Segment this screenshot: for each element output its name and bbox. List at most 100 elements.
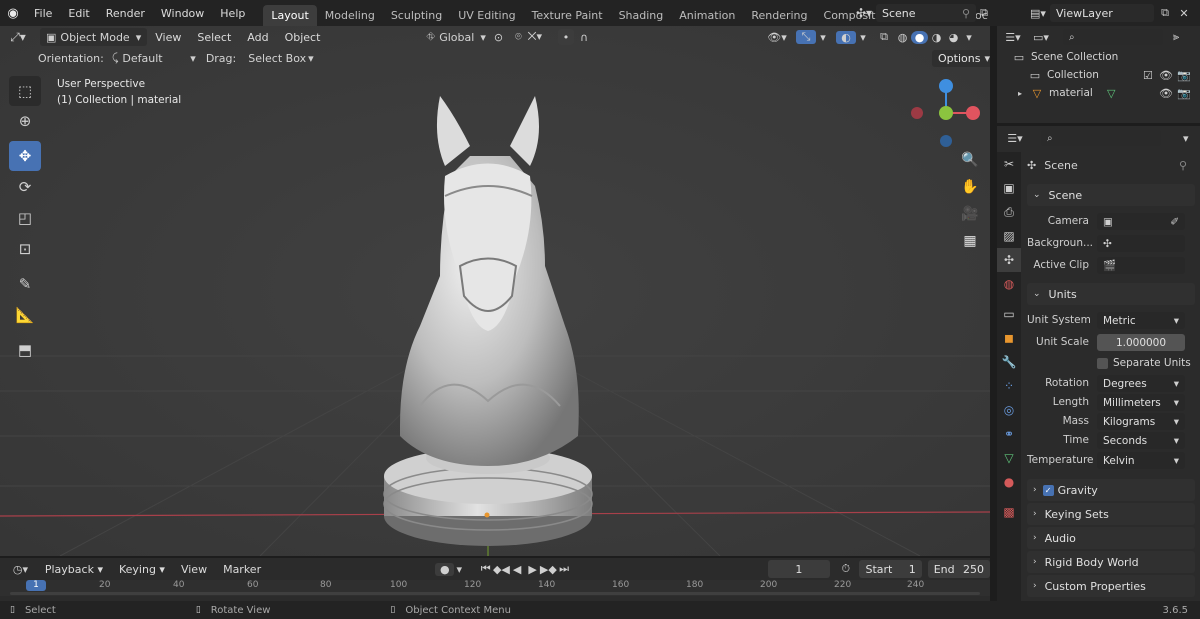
properties-search-input[interactable]: ⌕ [1041,130,1161,146]
timeline-menu-view[interactable]: View [173,563,215,576]
blender-logo-icon[interactable]: ◉ [0,6,26,21]
properties-editor-icon[interactable]: ☰▾ [1003,132,1027,145]
gravity-checkbox[interactable]: ✓ [1042,484,1054,496]
custom-properties-panel-header[interactable]: › Custom Properties [1027,575,1195,597]
background-field[interactable]: ✣ [1097,235,1185,252]
menu-render[interactable]: Render [98,7,153,20]
menu-help[interactable]: Help [212,7,253,20]
tab-tool[interactable]: ✂ [997,152,1021,176]
camera-field[interactable]: ▣ ✐ [1097,213,1185,230]
exclude-checkbox-icon[interactable]: ☑ [1143,69,1153,82]
new-scene-icon[interactable]: ⧉ [976,6,992,20]
separate-units-checkbox[interactable]: Separate Units [1097,355,1191,371]
tab-modifiers[interactable]: 🔧 [997,350,1021,374]
length-dropdown[interactable]: Millimeters ▾ [1097,394,1185,411]
outliner-row-scene-collection[interactable]: ▭ Scene Collection [997,48,1200,66]
keying-sets-panel-header[interactable]: › Keying Sets [1027,503,1195,525]
viewlayer-name-field[interactable]: ViewLayer [1050,4,1154,22]
select-tool[interactable]: ⬚ [9,76,41,106]
units-panel-header[interactable]: ⌄ Units [1027,283,1195,305]
new-viewlayer-icon[interactable]: ⧉ [1154,6,1176,20]
record-icon[interactable]: ● [435,562,455,576]
tab-scene[interactable]: ✣ [997,248,1021,272]
chevron-down-icon[interactable]: ▾ [816,31,830,44]
tab-material[interactable]: ● [997,470,1021,494]
menu-edit[interactable]: Edit [60,7,97,20]
tab-collection[interactable]: ▭ [997,302,1021,326]
editor-type-icon[interactable]: ⤢▾ [0,30,36,45]
tab-particles[interactable]: ⁘ [997,374,1021,398]
jump-start-icon[interactable]: ⏮ [478,562,493,576]
playhead-frame[interactable]: 1 [26,580,46,591]
camera-render-icon[interactable]: 📷 [1177,69,1191,82]
rotate-tool[interactable]: ⟳ [9,172,41,202]
timeline-menu-keying[interactable]: Keying ▾ [111,563,173,576]
move-tool[interactable]: ✥ [9,141,41,171]
unit-system-dropdown[interactable]: Metric ▾ [1097,312,1185,329]
transform-orientation[interactable]: ⛗ Global ▾ [426,28,485,46]
timeline-editor-icon[interactable]: ◷▾ [4,563,37,576]
start-frame-field[interactable]: Start 1 [859,560,922,578]
separate-units-box[interactable] [1097,357,1108,369]
next-keyframe-icon[interactable]: ▶◆ [540,563,557,576]
gizmo-toggle-icon[interactable]: ⤡ [796,30,816,44]
scene-panel-header[interactable]: ⌄ Scene [1027,184,1195,206]
rotation-dropdown[interactable]: Degrees ▾ [1097,375,1185,392]
eyedropper-icon[interactable]: ✐ [1170,216,1179,228]
transform-tool[interactable]: ⊡ [9,234,41,264]
outliner-row-material[interactable]: ▸ ▽ material ▽ 👁 📷 [997,84,1200,102]
time-dropdown[interactable]: Seconds ▾ [1097,432,1185,449]
eye-icon[interactable]: 👁 [1159,69,1173,82]
tab-rendering[interactable]: Rendering [743,5,815,26]
mass-dropdown[interactable]: Kilograms ▾ [1097,413,1185,430]
current-frame-field[interactable]: 1 [767,560,831,578]
outliner-search-input[interactable]: ⌕ [1063,29,1163,45]
navigation-gizmo[interactable] [905,76,985,151]
solid-shading-icon[interactable]: ● [911,30,928,44]
eye-icon[interactable]: 👁 [1159,87,1173,100]
outliner-row-collection[interactable]: ▭ Collection ☑ 👁 📷 [997,66,1200,84]
filter-icon[interactable]: ⫸ [1173,30,1179,44]
camera-render-icon[interactable]: 📷 [1177,87,1191,100]
tab-shading[interactable]: Shading [611,5,672,26]
cursor-tool[interactable]: ⊕ [9,106,41,136]
wireframe-shading-icon[interactable]: ◍ [894,31,911,44]
mesh-data-icon[interactable]: ▽ [1107,87,1115,100]
perspective-grid-icon[interactable]: ▦ [959,230,981,252]
snap-target-icon[interactable]: ⨉▾ [528,30,542,44]
remove-viewlayer-icon[interactable]: ✕ [1176,7,1192,20]
viewlayer-selector[interactable]: ▤▾ ViewLayer ⧉ ✕ [1026,3,1198,23]
timeline-scrollbar[interactable] [10,592,980,595]
vp-menu-select[interactable]: Select [189,31,239,44]
overlay-toggle-icon[interactable]: ◐ [836,30,856,44]
visibility-icon[interactable]: 👁▾ [766,31,788,44]
display-mode-icon[interactable]: ▭▾ [1029,31,1053,44]
tab-texture[interactable]: ▩ [997,500,1021,524]
scene-name-field[interactable]: Scene ⚲ [876,4,976,22]
chevron-down-icon[interactable]: ▾ [1183,132,1189,145]
tab-output[interactable]: ⎙ [997,200,1021,224]
tab-uv-editing[interactable]: UV Editing [450,5,523,26]
orientation-dropdown[interactable]: ⤹ Default ▾ [112,50,196,66]
play-reverse-icon[interactable]: ◀ [509,563,524,576]
tab-modeling[interactable]: Modeling [317,5,383,26]
drag-dropdown[interactable]: Select Box ▾ [248,50,313,66]
active-clip-field[interactable]: 🎬 [1097,257,1185,274]
pivot-icon[interactable]: ⊙ [494,31,503,44]
chevron-down-icon[interactable]: ▾ [962,31,976,44]
options-button[interactable]: Options ▾ [932,50,990,67]
scene-selector[interactable]: ✣▾ Scene ⚲ ⧉ [852,3,992,23]
tab-physics[interactable]: ◎ [997,398,1021,422]
material-shading-icon[interactable]: ◑ [928,31,945,44]
play-icon[interactable]: ▶ [525,563,540,576]
add-cube-tool[interactable]: ⬒ [9,335,41,365]
tab-data[interactable]: ▽ [997,446,1021,470]
jump-end-icon[interactable]: ⏭ [556,562,571,576]
falloff-icon[interactable]: ∩ [580,31,588,44]
scale-tool[interactable]: ◰ [9,203,41,233]
rigid-body-panel-header[interactable]: › Rigid Body World [1027,551,1195,573]
unit-scale-field[interactable]: 1.000000 [1097,334,1185,351]
tab-object[interactable]: ◼ [997,326,1021,350]
annotate-tool[interactable]: ✎ [9,269,41,299]
snap-icon[interactable]: ⌾ [515,30,522,44]
